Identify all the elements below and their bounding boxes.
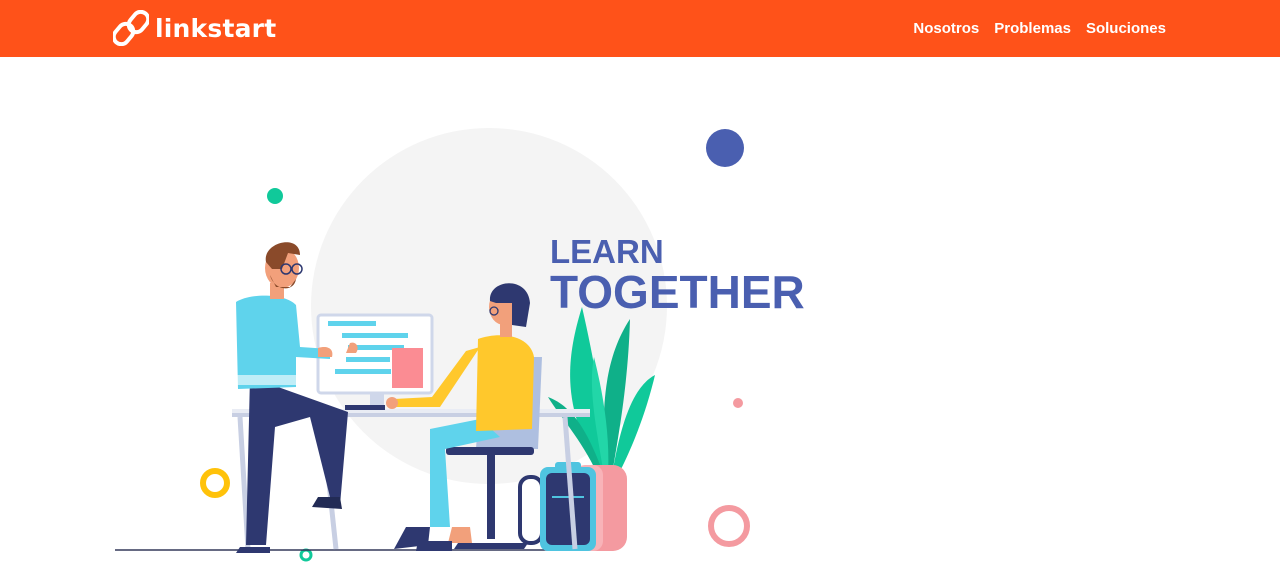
decor-dot-green <box>267 188 283 204</box>
main-nav: Nosotros Problemas Soluciones <box>913 0 1166 57</box>
nav-link-soluciones[interactable]: Soluciones <box>1086 20 1166 37</box>
nav-link-problemas[interactable]: Problemas <box>994 20 1071 37</box>
decor-ring-green <box>299 548 313 562</box>
hero-headline-line1: LEARN <box>550 233 664 270</box>
learn-together-illustration: LEARN TOGETHER <box>115 128 805 562</box>
decor-ring-pink <box>708 505 750 547</box>
decor-dot-pink <box>733 398 743 408</box>
decor-ring-yellow <box>200 468 230 498</box>
decor-dot-blue <box>706 129 744 167</box>
nav-link-nosotros[interactable]: Nosotros <box>913 20 979 37</box>
hero-headline-line2: TOGETHER <box>550 266 805 318</box>
brand-name: linkstart <box>155 13 277 43</box>
hero-section: LEARN TOGETHER <box>0 57 1280 575</box>
link-chain-icon <box>113 10 149 46</box>
top-navbar: linkstart Nosotros Problemas Soluciones <box>0 0 1280 57</box>
brand-logo-link[interactable]: linkstart <box>113 9 276 47</box>
backpack <box>518 462 596 551</box>
